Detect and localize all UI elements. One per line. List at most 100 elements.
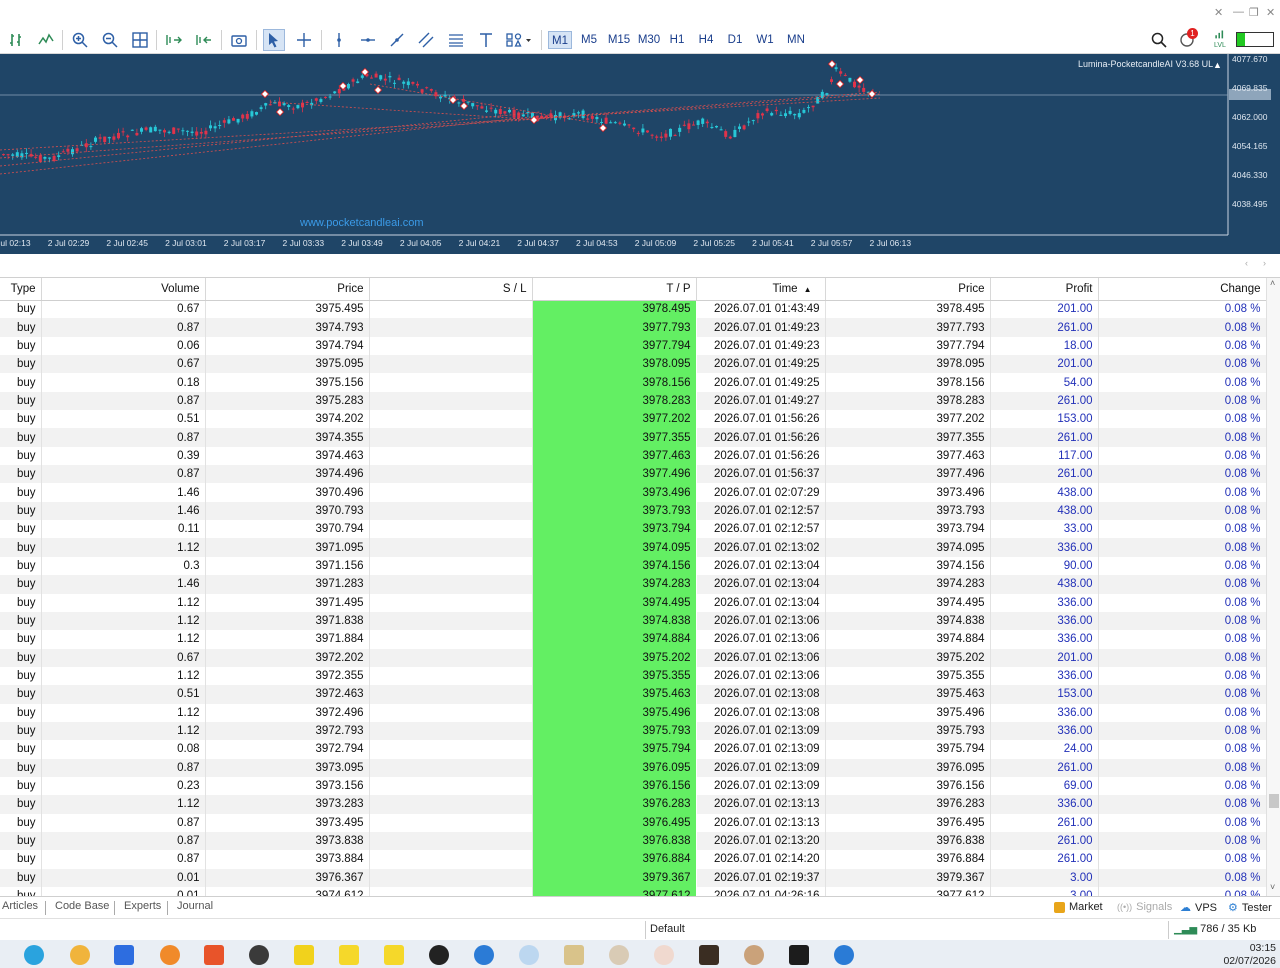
coin-app-icon[interactable] (744, 945, 764, 965)
column-header[interactable]: Price (205, 278, 370, 301)
table-row[interactable]: buy 1.46 3970.496 3973.496 2026.07.01 02:07:… (0, 483, 1266, 502)
timeframe-d1[interactable]: D1 (725, 31, 745, 49)
timeframe-m15[interactable]: M15 (607, 31, 631, 49)
exness-icon[interactable] (294, 945, 314, 965)
tab-signals[interactable]: ((•)) Signals (1117, 901, 1172, 913)
burst-app-icon[interactable] (654, 945, 674, 965)
terminal-app-icon[interactable] (789, 945, 809, 965)
trading-app-2-icon[interactable] (384, 945, 404, 965)
column-header[interactable]: Change (1098, 278, 1266, 301)
screenshot-icon[interactable] (228, 29, 250, 51)
x-app-icon[interactable] (160, 945, 180, 965)
tab-articles[interactable]: Articles (2, 900, 38, 912)
timeframe-m1[interactable]: M1 (548, 31, 572, 49)
table-row[interactable]: buy 0.87 3974.793 3977.793 2026.07.01 01:49:… (0, 318, 1266, 337)
horizontal-line-icon[interactable] (357, 29, 379, 51)
line-chart-icon[interactable] (35, 29, 57, 51)
tab-code-base[interactable]: Code Base (55, 900, 109, 912)
tab-vps[interactable]: ☁ VPS (1180, 901, 1217, 915)
table-row[interactable]: buy 1.46 3970.793 3973.793 2026.07.01 02:12:… (0, 501, 1266, 521)
scroll-down-icon[interactable]: ˅ (1270, 882, 1275, 892)
timeframe-h1[interactable]: H1 (667, 31, 687, 49)
auto-scroll-icon[interactable] (163, 29, 185, 51)
pin-icon[interactable]: ✕ (1214, 6, 1223, 19)
table-row[interactable]: buy 0.87 3974.496 3977.496 2026.07.01 01:56:… (0, 465, 1266, 484)
settings-app-icon[interactable] (519, 945, 539, 965)
table-row[interactable]: buy 1.12 3972.496 3975.496 2026.07.01 02:13:… (0, 703, 1266, 722)
table-row[interactable]: buy 0.11 3970.794 3973.794 2026.07.01 02:12:… (0, 520, 1266, 539)
notifications-icon[interactable]: 1 (1177, 28, 1199, 51)
table-row[interactable]: buy 0.01 3976.367 3979.367 2026.07.01 02:19:… (0, 868, 1266, 887)
column-header[interactable]: Price (825, 278, 991, 301)
tab-experts[interactable]: Experts (124, 900, 161, 912)
price-chart[interactable]: ▲ Lumina-PocketcandleAI V3.68 UL www.poc… (0, 54, 1280, 254)
tab-journal[interactable]: Journal (177, 900, 213, 912)
table-row[interactable]: buy 0.06 3974.794 3977.794 2026.07.01 01:49:… (0, 336, 1266, 356)
brave-icon[interactable] (204, 945, 224, 965)
app-blue-icon[interactable] (114, 945, 134, 965)
table-row[interactable]: buy 0.67 3972.202 3975.202 2026.07.01 02:13:… (0, 648, 1266, 667)
table-scrollbar[interactable]: ˄ ˅ (1266, 278, 1280, 896)
tab-market[interactable]: Market (1054, 901, 1103, 913)
timeframe-m5[interactable]: M5 (578, 31, 600, 49)
zoom-out-icon[interactable] (99, 29, 121, 51)
obs-icon[interactable] (429, 945, 449, 965)
column-header[interactable]: Time ▲ (696, 278, 826, 301)
table-row[interactable]: buy 1.12 3971.495 3974.495 2026.07.01 02:13:… (0, 593, 1266, 612)
table-row[interactable]: buy 0.87 3975.283 3978.283 2026.07.01 01:49:… (0, 391, 1266, 411)
trading-app-icon[interactable] (339, 945, 359, 965)
table-row[interactable]: buy 1.12 3972.355 3975.355 2026.07.01 02:13:… (0, 666, 1266, 686)
wallet-icon[interactable] (70, 945, 90, 965)
table-row[interactable]: buy 0.18 3975.156 3978.156 2026.07.01 01:49:… (0, 373, 1266, 392)
table-row[interactable]: buy 0.39 3974.463 3977.463 2026.07.01 01:56:… (0, 446, 1266, 466)
timeframe-w1[interactable]: W1 (754, 31, 776, 49)
profile-name[interactable]: Default (650, 923, 685, 935)
table-row[interactable]: buy 0.87 3973.884 3976.884 2026.07.01 02:14:… (0, 850, 1266, 869)
table-row[interactable]: buy 1.12 3972.793 3975.793 2026.07.01 02:13:… (0, 721, 1266, 741)
timeframe-m30[interactable]: M30 (637, 31, 661, 49)
scroll-right-icon[interactable]: › (1263, 258, 1266, 268)
fibonacci-icon[interactable] (445, 29, 467, 51)
table-row[interactable]: buy 0.3 3971.156 3974.156 2026.07.01 02:13:0… (0, 556, 1266, 576)
column-header[interactable]: T / P (532, 278, 697, 301)
scroll-left-icon[interactable]: ‹ (1245, 258, 1248, 268)
table-row[interactable]: buy 0.67 3975.495 3978.495 2026.07.01 01:43:… (0, 300, 1266, 319)
cursor-icon[interactable] (263, 29, 285, 51)
crosshair-icon[interactable] (293, 29, 315, 51)
compass-app-icon[interactable] (609, 945, 629, 965)
column-header[interactable]: S / L (369, 278, 533, 301)
tab-tester[interactable]: ⚙ Tester (1228, 901, 1272, 915)
grid-icon[interactable] (129, 29, 151, 51)
table-row[interactable]: buy 0.51 3974.202 3977.202 2026.07.01 01:56:… (0, 410, 1266, 429)
table-row[interactable]: buy 1.12 3973.283 3976.283 2026.07.01 02:13:… (0, 795, 1266, 814)
table-row[interactable]: buy 1.12 3971.838 3974.838 2026.07.01 02:13:… (0, 611, 1266, 631)
scroll-up-icon[interactable]: ˄ (1270, 278, 1275, 288)
search-icon[interactable] (1148, 29, 1170, 51)
close-icon[interactable]: ✕ (1266, 6, 1275, 19)
privacy-app-icon[interactable] (249, 945, 269, 965)
table-row[interactable]: buy 0.08 3972.794 3975.794 2026.07.01 02:13:… (0, 740, 1266, 759)
table-row[interactable]: buy 1.12 3971.095 3974.095 2026.07.01 02:13:… (0, 538, 1266, 557)
restore-icon[interactable]: ❐ (1249, 6, 1259, 19)
messenger-icon[interactable] (474, 945, 494, 965)
vertical-line-icon[interactable] (328, 29, 350, 51)
table-row[interactable]: buy 0.87 3973.495 3976.495 2026.07.01 02:13:… (0, 813, 1266, 832)
table-row[interactable]: buy 0.87 3973.095 3976.095 2026.07.01 02:13:… (0, 758, 1266, 777)
table-row[interactable]: buy0.013974.612 3977.6122026.07.01 04:26:… (0, 887, 1266, 896)
table-row[interactable]: buy 0.87 3974.355 3977.355 2026.07.01 01:56:… (0, 428, 1266, 447)
channel-icon[interactable] (415, 29, 437, 51)
chart-shift-icon[interactable] (193, 29, 215, 51)
table-row[interactable]: buy 0.51 3972.463 3975.463 2026.07.01 02:13:… (0, 685, 1266, 704)
shapes-icon[interactable] (503, 29, 535, 51)
timeframe-h4[interactable]: H4 (696, 31, 716, 49)
minimize-icon[interactable]: — (1233, 6, 1244, 18)
column-header[interactable]: Profit (990, 278, 1099, 301)
text-icon[interactable] (475, 29, 497, 51)
telegram-icon[interactable] (24, 945, 44, 965)
table-row[interactable]: buy 0.23 3973.156 3976.156 2026.07.01 02:13:… (0, 776, 1266, 796)
table-row[interactable]: buy 0.87 3973.838 3976.838 2026.07.01 02:13:… (0, 831, 1266, 851)
scrollbar-thumb[interactable] (1269, 794, 1279, 808)
column-header[interactable]: Volume (41, 278, 206, 301)
game-app-icon[interactable] (699, 945, 719, 965)
folder-app-icon[interactable] (564, 945, 584, 965)
